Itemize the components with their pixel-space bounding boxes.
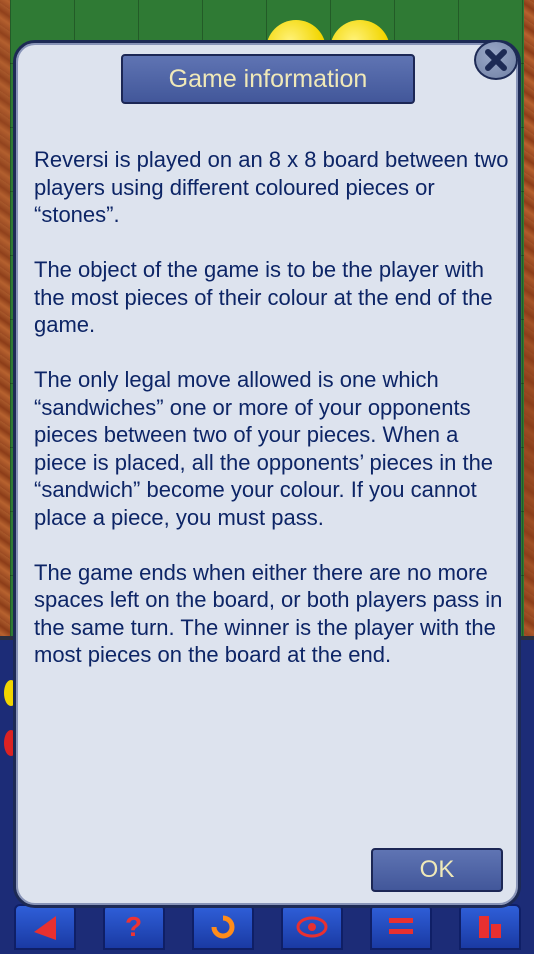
rules-paragraph: Reversi is played on an 8 x 8 board betw…: [34, 147, 509, 227]
settings-icon: [478, 916, 501, 938]
dialog-body: Reversi is played on an 8 x 8 board betw…: [34, 146, 509, 696]
menu-button[interactable]: [369, 904, 432, 950]
close-button[interactable]: [474, 40, 518, 80]
rules-paragraph: The game ends when either there are no m…: [34, 559, 503, 668]
restart-icon: [211, 915, 234, 939]
undo-icon: [33, 916, 56, 940]
settings-button[interactable]: [458, 904, 521, 950]
restart-button[interactable]: [191, 904, 254, 950]
view-button[interactable]: [280, 904, 343, 950]
rules-paragraph: The object of the game is to be the play…: [34, 257, 493, 337]
game-information-dialog: Game information Reversi is played on an…: [13, 40, 521, 908]
close-icon: [485, 49, 507, 71]
view-icon: [296, 916, 327, 938]
rules-paragraph: The only legal move allowed is one which…: [34, 367, 494, 530]
dialog-title: Game information: [121, 54, 415, 104]
ok-button[interactable]: OK: [371, 848, 503, 892]
help-icon: ?: [124, 911, 143, 942]
undo-button[interactable]: [13, 904, 76, 950]
menu-icon: [388, 918, 413, 934]
help-button[interactable]: ?: [102, 904, 165, 950]
